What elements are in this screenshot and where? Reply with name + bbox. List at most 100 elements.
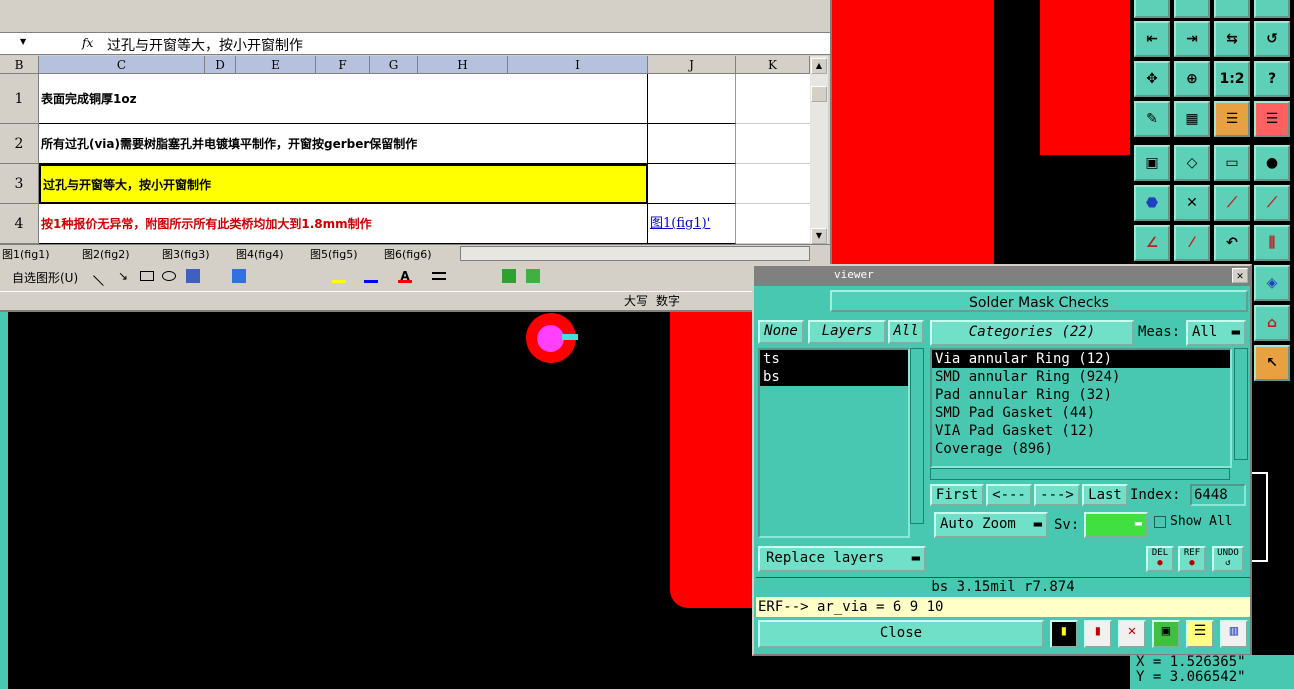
- grid-icon[interactable]: ▦: [1174, 101, 1210, 137]
- report-5-icon[interactable]: ☰: [1186, 620, 1214, 648]
- cell-K1[interactable]: [736, 74, 810, 124]
- fx-icon[interactable]: fx: [82, 36, 93, 50]
- column-header-H[interactable]: H: [418, 56, 508, 74]
- 3d-icon[interactable]: [526, 269, 540, 283]
- cell-C4[interactable]: 按1种报价无异常，附图所示所有此类桥均加大到1.8mm制作: [39, 204, 648, 244]
- column-header-D[interactable]: D: [205, 56, 236, 74]
- column-header-J[interactable]: J: [648, 56, 736, 74]
- categories-hscrollbar[interactable]: [930, 468, 1230, 480]
- sheet-tab-2[interactable]: 图3(fig3): [162, 246, 210, 262]
- move-left-icon[interactable]: ⇤: [1134, 21, 1170, 57]
- category-item-2[interactable]: Pad annular Ring (32): [932, 386, 1230, 404]
- sheet-tab-1[interactable]: 图2(fig2): [82, 246, 130, 262]
- font-color-icon[interactable]: A: [398, 269, 412, 283]
- scroll-up-icon[interactable]: ▲: [811, 58, 827, 74]
- cell-C2[interactable]: 所有过孔(via)需要树脂塞孔并电镀填平制作，开窗按gerber保留制作: [39, 124, 648, 164]
- shadow-icon[interactable]: [502, 269, 516, 283]
- prev-button[interactable]: <---: [986, 484, 1032, 506]
- ref-button[interactable]: REF ●: [1178, 546, 1206, 572]
- scroll-thumb[interactable]: [811, 86, 827, 102]
- report-2-icon[interactable]: ▮: [1084, 620, 1112, 648]
- slash-icon[interactable]: ⁄: [1174, 225, 1210, 261]
- move-right-icon[interactable]: ⇥: [1174, 21, 1210, 57]
- ruler-icon[interactable]: ▭: [1214, 145, 1250, 181]
- line-color-icon[interactable]: [364, 269, 378, 283]
- row-header-4[interactable]: 4: [0, 204, 39, 244]
- pad-icon[interactable]: ●: [1254, 145, 1290, 181]
- sheet-tab-0[interactable]: 图1(fig1): [2, 246, 50, 262]
- sv-color-select[interactable]: ▬: [1084, 512, 1148, 538]
- arc-icon[interactable]: ↶: [1214, 225, 1250, 261]
- textbox-icon[interactable]: [186, 269, 200, 283]
- report-4-icon[interactable]: ▣: [1152, 620, 1180, 648]
- index-input[interactable]: 6448: [1190, 484, 1246, 506]
- cross-icon[interactable]: ✕: [1174, 185, 1210, 221]
- net-icon[interactable]: ⬣: [1134, 185, 1170, 221]
- column-header-F[interactable]: F: [316, 56, 370, 74]
- scale-1-2-button[interactable]: 1:2: [1214, 61, 1250, 97]
- category-item-3[interactable]: SMD Pad Gasket (44): [932, 404, 1230, 422]
- layer-list-active-icon[interactable]: ☰: [1254, 101, 1290, 137]
- replace-layers-select[interactable]: Replace layers ▬: [758, 546, 926, 572]
- formula-input[interactable]: 过孔与开窗等大，按小开窗制作: [107, 35, 303, 55]
- cell-J2[interactable]: [648, 124, 736, 164]
- film-icon[interactable]: ▣: [1134, 145, 1170, 181]
- category-item-1[interactable]: SMD annular Ring (924): [932, 368, 1230, 386]
- measure-icon[interactable]: ◇: [1174, 145, 1210, 181]
- tool-3-icon[interactable]: [1214, 0, 1250, 18]
- layers-none-button[interactable]: None: [758, 320, 804, 344]
- chart-icon[interactable]: ▥: [1220, 620, 1248, 648]
- autoshapes-menu[interactable]: 自选图形(U): [12, 269, 78, 286]
- components-icon[interactable]: ◈: [1254, 265, 1290, 301]
- categories-vscrollbar[interactable]: [1234, 348, 1248, 460]
- cell-K2[interactable]: [736, 124, 810, 164]
- dialog-titlebar[interactable]: viewer ✕: [754, 266, 1250, 286]
- del-button[interactable]: DEL ●: [1146, 546, 1174, 572]
- angle-icon[interactable]: ∠: [1134, 225, 1170, 261]
- select-pointer-icon[interactable]: ↖: [1254, 345, 1290, 381]
- next-button[interactable]: --->: [1034, 484, 1080, 506]
- cell-K4[interactable]: [736, 204, 810, 244]
- tool-1-icon[interactable]: [1134, 0, 1170, 18]
- undo-button[interactable]: UNDO ↺: [1212, 546, 1244, 572]
- layer-item-ts[interactable]: ts: [760, 350, 908, 368]
- show-all-checkbox[interactable]: [1154, 516, 1166, 528]
- cell-J1[interactable]: [648, 74, 736, 124]
- swap-icon[interactable]: ⇆: [1214, 21, 1250, 57]
- column-header-B[interactable]: B: [0, 56, 39, 74]
- connect-2-icon[interactable]: ⟋: [1254, 185, 1290, 221]
- categories-list[interactable]: Via annular Ring (12) SMD annular Ring (…: [930, 348, 1232, 468]
- column-header-K[interactable]: K: [736, 56, 810, 74]
- cell-K3[interactable]: [736, 164, 810, 204]
- name-box-dropdown-icon[interactable]: ▼: [20, 37, 26, 46]
- line-icon[interactable]: [93, 266, 113, 286]
- column-header-I[interactable]: I: [508, 56, 648, 74]
- tool-2-icon[interactable]: [1174, 0, 1210, 18]
- column-header-G[interactable]: G: [370, 56, 418, 74]
- wordart-icon[interactable]: [232, 269, 246, 283]
- fit-screen-icon[interactable]: ✥: [1134, 61, 1170, 97]
- cell-J4-link[interactable]: 图1(fig1)': [648, 204, 736, 244]
- cell-C3[interactable]: 过孔与开窗等大，按小开窗制作: [39, 164, 648, 204]
- cell-C1[interactable]: 表面完成铜厚1oz: [39, 74, 648, 124]
- layers-all-button[interactable]: All: [888, 320, 924, 344]
- connect-icon[interactable]: ⟋: [1214, 185, 1250, 221]
- arrow-icon[interactable]: ↘: [118, 269, 132, 283]
- scroll-down-icon[interactable]: ▼: [811, 228, 827, 244]
- sheet-tab-3[interactable]: 图4(fig4): [236, 246, 284, 262]
- rectangle-icon[interactable]: [140, 271, 154, 281]
- name-box[interactable]: ▼: [0, 34, 38, 53]
- row-header-2[interactable]: 2: [0, 124, 39, 164]
- horizontal-scrollbar[interactable]: [460, 246, 810, 261]
- zoom-icon[interactable]: ⊕: [1174, 61, 1210, 97]
- help-button[interactable]: ?: [1254, 61, 1290, 97]
- sheet-tab-5[interactable]: 图6(fig6): [384, 246, 432, 262]
- sheet-tab-4[interactable]: 图5(fig5): [310, 246, 358, 262]
- outline-icon[interactable]: ⌂: [1254, 305, 1290, 341]
- row-header-3[interactable]: 3: [0, 164, 39, 204]
- column-header-E[interactable]: E: [236, 56, 316, 74]
- first-button[interactable]: First: [930, 484, 984, 506]
- category-item-4[interactable]: VIA Pad Gasket (12): [932, 422, 1230, 440]
- close-x-icon[interactable]: ✕: [1232, 268, 1248, 283]
- undo-curve-icon[interactable]: ↺: [1254, 21, 1290, 57]
